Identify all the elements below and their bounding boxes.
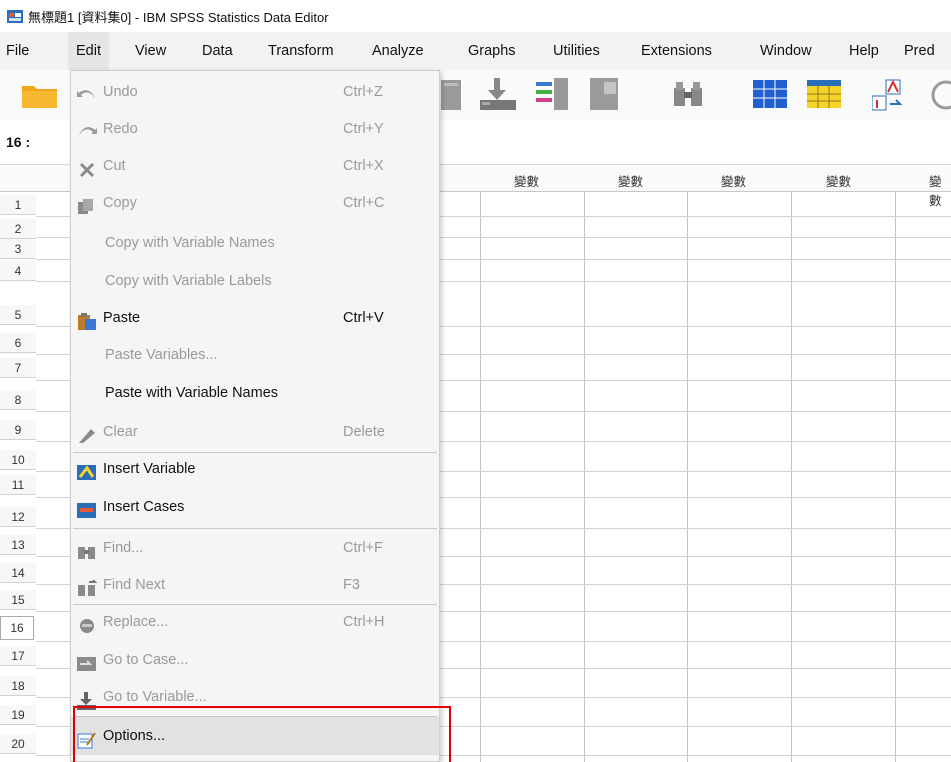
row-header[interactable]: 17 [0, 646, 36, 666]
menu-item-find-next[interactable]: Find Next F3 [71, 567, 439, 603]
row-header[interactable]: 20 [0, 734, 36, 754]
menu-data[interactable]: Data [202, 32, 233, 70]
menu-item-copy-with-variable-names[interactable]: Copy with Variable Names [71, 225, 439, 261]
highlight-box [73, 706, 451, 762]
menu-item-undo[interactable]: Undo Ctrl+Z [71, 74, 439, 110]
row-header[interactable]: 7 [0, 358, 36, 378]
redo-icon [77, 120, 97, 138]
menu-item-copy[interactable]: Copy Ctrl+C [71, 185, 439, 221]
go-to-case-icon [77, 651, 97, 671]
paste-icon [77, 309, 97, 330]
grid-yellow-icon[interactable] [807, 80, 843, 113]
menu-help[interactable]: Help [849, 32, 879, 70]
menu-separator [73, 528, 437, 529]
menu-item-insert-variable[interactable]: Insert Variable [71, 451, 439, 487]
row-header[interactable]: 3 [0, 239, 36, 259]
menu-predictive[interactable]: Pred [904, 32, 935, 70]
menu-item-paste-with-variable-names[interactable]: Paste with Variable Names [71, 375, 439, 411]
copy-icon [77, 194, 97, 214]
column-header[interactable]: 變數 [514, 171, 539, 190]
import-data-icon[interactable] [480, 78, 520, 115]
column-divider [584, 192, 585, 762]
menu-analyze[interactable]: Analyze [372, 32, 424, 70]
menu-window[interactable]: Window [760, 32, 812, 70]
row-header[interactable]: 2 [0, 219, 36, 239]
grid-blue-icon[interactable] [753, 80, 789, 113]
row-header[interactable]: 14 [0, 563, 36, 583]
column-divider [895, 192, 896, 762]
replace-icon [77, 613, 97, 633]
menu-bar: File Edit View Data Transform Analyze Gr… [0, 32, 951, 70]
menu-view[interactable]: View [135, 32, 166, 70]
find-next-icon [77, 576, 98, 596]
row-header[interactable]: 18 [0, 676, 36, 696]
row-header[interactable]: 9 [0, 420, 36, 440]
menu-item-go-to-case[interactable]: Go to Case... [71, 642, 439, 678]
insert-cases-icon [77, 498, 97, 518]
insert-variable-icon [77, 460, 97, 480]
row-header[interactable]: 15 [0, 590, 36, 610]
title-bar: 無標題1 [資料集0] - IBM SPSS Statistics Data E… [0, 0, 951, 32]
menu-file[interactable]: File [6, 32, 29, 70]
row-header[interactable]: 11 [0, 475, 36, 495]
circle-partial-icon[interactable] [922, 80, 951, 113]
menu-item-find[interactable]: Find... Ctrl+F [71, 530, 439, 566]
row-header[interactable]: 8 [0, 390, 36, 410]
menu-item-cut[interactable]: Cut Ctrl+X [71, 148, 439, 184]
window-title: 無標題1 [資料集0] - IBM SPSS Statistics Data E… [28, 9, 329, 25]
go-to-variable-icon [77, 688, 97, 710]
save-data-icon[interactable] [441, 78, 465, 115]
cut-icon [77, 157, 97, 178]
edit-menu-dropdown: Undo Ctrl+Z Redo Ctrl+Y Cut Ctrl+X Copy … [70, 70, 440, 762]
find-binoculars-icon[interactable] [672, 80, 706, 113]
menu-item-replace[interactable]: Replace... Ctrl+H [71, 604, 439, 640]
spss-app-icon [6, 7, 24, 25]
row-header-selected[interactable]: 16 [0, 616, 34, 640]
row-header[interactable]: 19 [0, 705, 36, 725]
row-header[interactable]: 10 [0, 450, 36, 470]
column-divider [791, 192, 792, 762]
row-header[interactable]: 5 [0, 305, 36, 325]
column-divider [480, 192, 481, 762]
menu-item-paste[interactable]: Paste Ctrl+V [71, 300, 439, 336]
row-header[interactable]: 13 [0, 535, 36, 555]
open-folder-icon[interactable] [20, 80, 60, 113]
menu-item-redo[interactable]: Redo Ctrl+Y [71, 111, 439, 147]
column-header[interactable]: 變數 [618, 171, 643, 190]
menu-item-insert-cases[interactable]: Insert Cases [71, 489, 439, 525]
find-icon [77, 539, 97, 559]
menu-transform[interactable]: Transform [268, 32, 334, 70]
row-header[interactable]: 6 [0, 333, 36, 353]
menu-item-paste-variables[interactable]: Paste Variables... [71, 337, 439, 373]
eraser-icon [77, 423, 97, 443]
cell-reference: 16 : [6, 134, 31, 150]
value-labels-icon[interactable] [871, 78, 908, 115]
row-header[interactable]: 4 [0, 261, 36, 281]
menu-extensions[interactable]: Extensions [641, 32, 712, 70]
column-header[interactable]: 變數 [826, 171, 851, 190]
row-header[interactable]: 1 [0, 195, 36, 215]
variables-icon[interactable] [536, 78, 572, 115]
row-header[interactable]: 12 [0, 507, 36, 527]
undo-icon [77, 83, 97, 101]
column-header[interactable]: 變數 [721, 171, 746, 190]
menu-graphs[interactable]: Graphs [468, 32, 516, 70]
menu-utilities[interactable]: Utilities [553, 32, 600, 70]
menu-edit[interactable]: Edit [68, 32, 109, 70]
data-view-icon[interactable] [590, 78, 624, 115]
menu-item-copy-with-variable-labels[interactable]: Copy with Variable Labels [71, 263, 439, 299]
menu-item-clear[interactable]: Clear Delete [71, 414, 439, 450]
column-header[interactable]: 變數 [929, 171, 951, 209]
column-divider [687, 192, 688, 762]
